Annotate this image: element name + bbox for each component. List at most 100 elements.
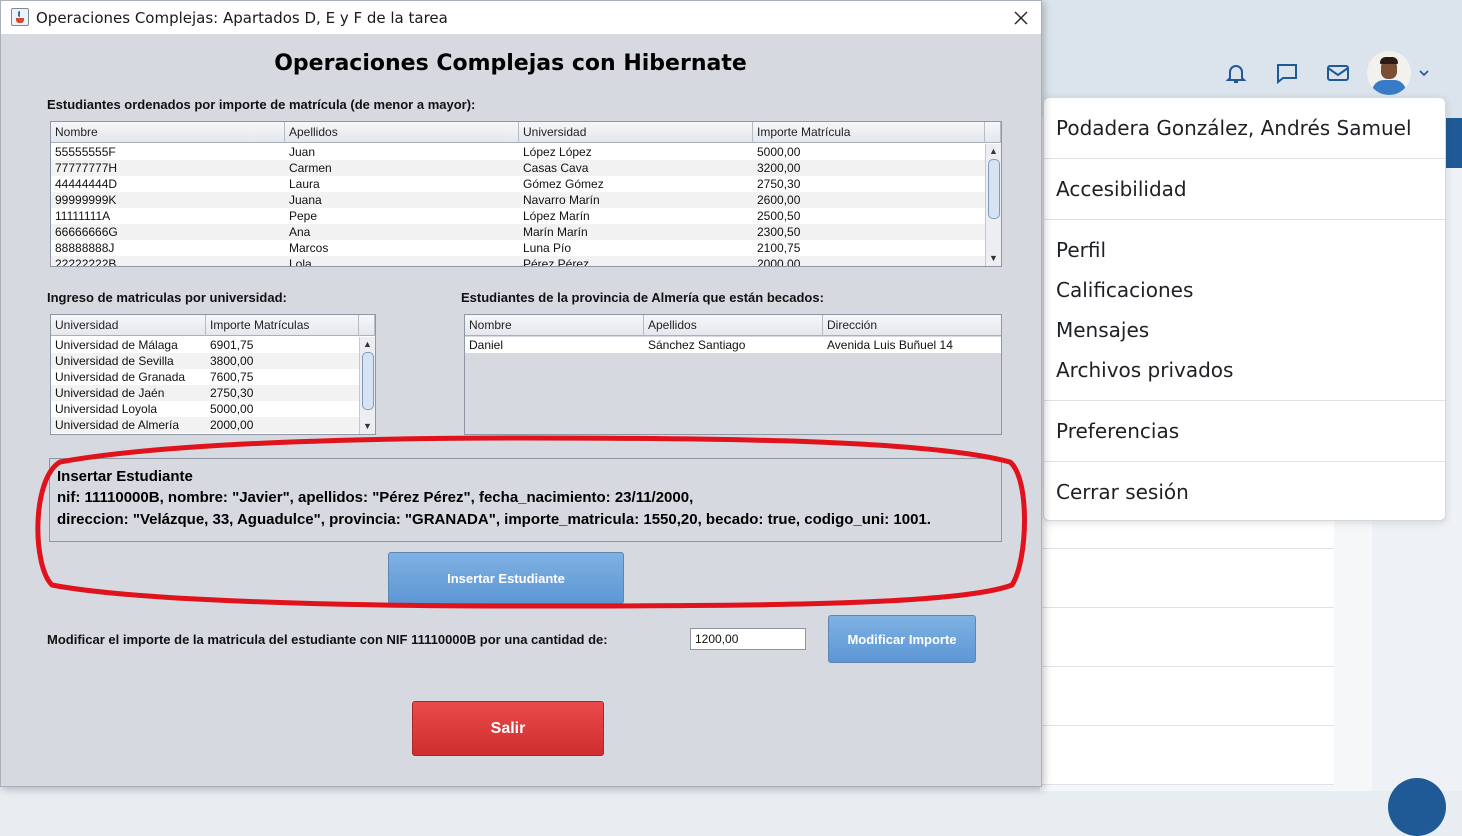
almeria-student-cell: Daniel [469, 338, 504, 352]
student-row[interactable]: 55555555F Juan López López 5000,00 [51, 144, 985, 160]
scrollbar-thumb[interactable] [362, 352, 374, 410]
scroll-up-arrow-icon[interactable]: ▲ [360, 337, 375, 351]
menu-divider [1044, 400, 1445, 401]
scroll-down-arrow-icon[interactable]: ▼ [986, 251, 1001, 265]
university-cell: 6901,75 [210, 338, 254, 352]
scroll-down-arrow-icon[interactable]: ▼ [360, 419, 375, 433]
university-cell: Universidad de Almería [55, 418, 180, 432]
student-cell: 2750,30 [757, 177, 801, 191]
university-row[interactable]: Universidad de Granada 7600,75 [51, 369, 359, 385]
menu-divider [1044, 158, 1445, 159]
students-table-header: Nombre Apellidos Universidad Importe Mat… [51, 122, 1001, 143]
column-header-nombre[interactable]: Nombre [51, 122, 285, 143]
student-row[interactable]: 22222222B Lola Pérez Pérez 2000,00 [51, 256, 985, 267]
almeria-scholarship-table: Nombre Apellidos Dirección Daniel Sánchez… [464, 314, 1002, 435]
column-header-importe-matriculas[interactable]: Importe Matrículas [206, 315, 359, 336]
menu-item-logout[interactable]: Cerrar sesión [1056, 480, 1189, 504]
menu-user-fullname[interactable]: Podadera González, Andrés Samuel [1056, 116, 1412, 140]
student-cell: 2100,75 [757, 241, 801, 255]
column-header-apellidos[interactable]: Apellidos [285, 122, 519, 143]
scroll-up-arrow-icon[interactable]: ▲ [986, 144, 1001, 158]
fee-amount-input[interactable] [690, 628, 806, 650]
web-floating-button[interactable] [1388, 778, 1446, 836]
menu-item-private-files[interactable]: Archivos privados [1056, 358, 1233, 382]
student-cell: 2000,00 [757, 257, 801, 267]
university-income-table: Universidad Importe Matrículas Universid… [50, 314, 376, 435]
column-header-nombre[interactable]: Nombre [465, 315, 644, 336]
student-row[interactable]: 44444444D Laura Gómez Gómez 2750,30 [51, 176, 985, 192]
user-avatar[interactable] [1367, 51, 1411, 95]
almeria-table-body: Daniel Sánchez Santiago Avenida Luis Buñue… [465, 337, 1001, 353]
student-cell: Luna Pío [523, 241, 572, 255]
java-app-icon [11, 8, 29, 26]
student-row[interactable]: 11111111A Pepe López Marín 2500,50 [51, 208, 985, 224]
student-cell: 55555555F [55, 145, 116, 159]
column-header-apellidos[interactable]: Apellidos [644, 315, 823, 336]
university-row[interactable]: Universidad Loyola 5000,00 [51, 401, 359, 417]
column-header-direccion[interactable]: Dirección [823, 315, 1001, 336]
close-window-button[interactable] [1005, 4, 1037, 31]
university-cell: Universidad de Jaén [55, 386, 165, 400]
university-cell: Universidad de Sevilla [55, 354, 174, 368]
column-header-corner [359, 315, 375, 336]
messages-chat-icon[interactable] [1269, 55, 1305, 91]
student-row[interactable]: 88888888J Marcos Luna Pío 2100,75 [51, 240, 985, 256]
insert-student-details-line-2: direccion: "Velázque, 33, Aguadulce", pr… [57, 511, 931, 528]
student-cell: Ana [289, 225, 311, 239]
modify-fee-button[interactable]: Modificar Importe [828, 615, 976, 663]
student-cell: Pepe [289, 209, 318, 223]
university-table-scrollbar[interactable]: ▲ ▼ [359, 337, 375, 434]
students-table: Nombre Apellidos Universidad Importe Mat… [50, 121, 1002, 267]
column-header-importe[interactable]: Importe Matrícula [753, 122, 985, 143]
menu-item-grades[interactable]: Calificaciones [1056, 278, 1193, 302]
university-row[interactable]: Universidad de Málaga 6901,75 [51, 337, 359, 353]
student-cell: Juan [289, 145, 316, 159]
window-title-bar[interactable]: Operaciones Complejas: Apartados D, E y … [1, 1, 1041, 34]
column-header-universidad[interactable]: Universidad [519, 122, 753, 143]
chevron-down-icon[interactable] [1417, 66, 1431, 80]
app-window: Operaciones Complejas: Apartados D, E y … [0, 0, 1042, 787]
menu-item-preferences[interactable]: Preferencias [1056, 419, 1179, 443]
student-cell: 77777777H [55, 161, 118, 175]
column-header-universidad[interactable]: Universidad [51, 315, 206, 336]
almeria-student-row[interactable]: Daniel Sánchez Santiago Avenida Luis Buñue… [465, 337, 1001, 353]
window-title: Operaciones Complejas: Apartados D, E y … [36, 9, 448, 27]
university-row[interactable]: Universidad de Sevilla 3800,00 [51, 353, 359, 369]
notifications-bell-icon[interactable] [1218, 55, 1254, 91]
student-row[interactable]: 66666666G Ana Marín Marín 2300,50 [51, 224, 985, 240]
university-cell: Universidad Loyola [55, 402, 158, 416]
student-cell: 2500,50 [757, 209, 801, 223]
scrollbar-thumb[interactable] [988, 159, 1000, 219]
almeria-table-label: Estudiantes de la provincia de Almería q… [461, 290, 824, 305]
university-row[interactable]: Universidad de Almería 2000,00 [51, 417, 359, 433]
student-cell: Marcos [289, 241, 329, 255]
university-cell: Universidad de Granada [55, 370, 186, 384]
student-cell: López López [523, 145, 592, 159]
almeria-table-header: Nombre Apellidos Dirección [465, 315, 1001, 336]
students-table-scrollbar[interactable]: ▲ ▼ [985, 144, 1001, 266]
student-cell: Gómez Gómez [523, 177, 604, 191]
student-cell: 2600,00 [757, 193, 801, 207]
user-dropdown-menu: Podadera González, Andrés Samuel Accesib… [1043, 97, 1446, 521]
exit-button[interactable]: Salir [412, 701, 604, 756]
student-row[interactable]: 99999999K Juana Navarro Marín 2600,00 [51, 192, 985, 208]
university-row[interactable]: Universidad de Jaén 2750,30 [51, 385, 359, 401]
student-cell: 3200,00 [757, 161, 801, 175]
web-list-row [1040, 667, 1334, 726]
column-header-corner [985, 122, 1001, 143]
web-top-icons [1218, 50, 1431, 96]
menu-divider [1044, 461, 1445, 462]
university-table-body: Universidad de Málaga 6901,75 Universidad … [51, 337, 359, 433]
menu-item-accessibility[interactable]: Accesibilidad [1056, 177, 1187, 201]
student-cell: 22222222B [55, 257, 117, 267]
menu-item-messages[interactable]: Mensajes [1056, 318, 1149, 342]
student-row[interactable]: 77777777H Carmen Casas Cava 3200,00 [51, 160, 985, 176]
student-cell: López Marín [523, 209, 590, 223]
menu-item-profile[interactable]: Perfil [1056, 238, 1106, 262]
insert-student-button[interactable]: Insertar Estudiante [388, 552, 624, 604]
mail-envelope-icon[interactable] [1320, 55, 1356, 91]
university-cell: 5000,00 [210, 402, 254, 416]
insert-student-panel: Insertar Estudiante nif: 11110000B, nomb… [49, 458, 1002, 542]
almeria-student-cell: Sánchez Santiago [648, 338, 746, 352]
insert-student-details-line-1: nif: 11110000B, nombre: "Javier", apelli… [57, 489, 694, 506]
